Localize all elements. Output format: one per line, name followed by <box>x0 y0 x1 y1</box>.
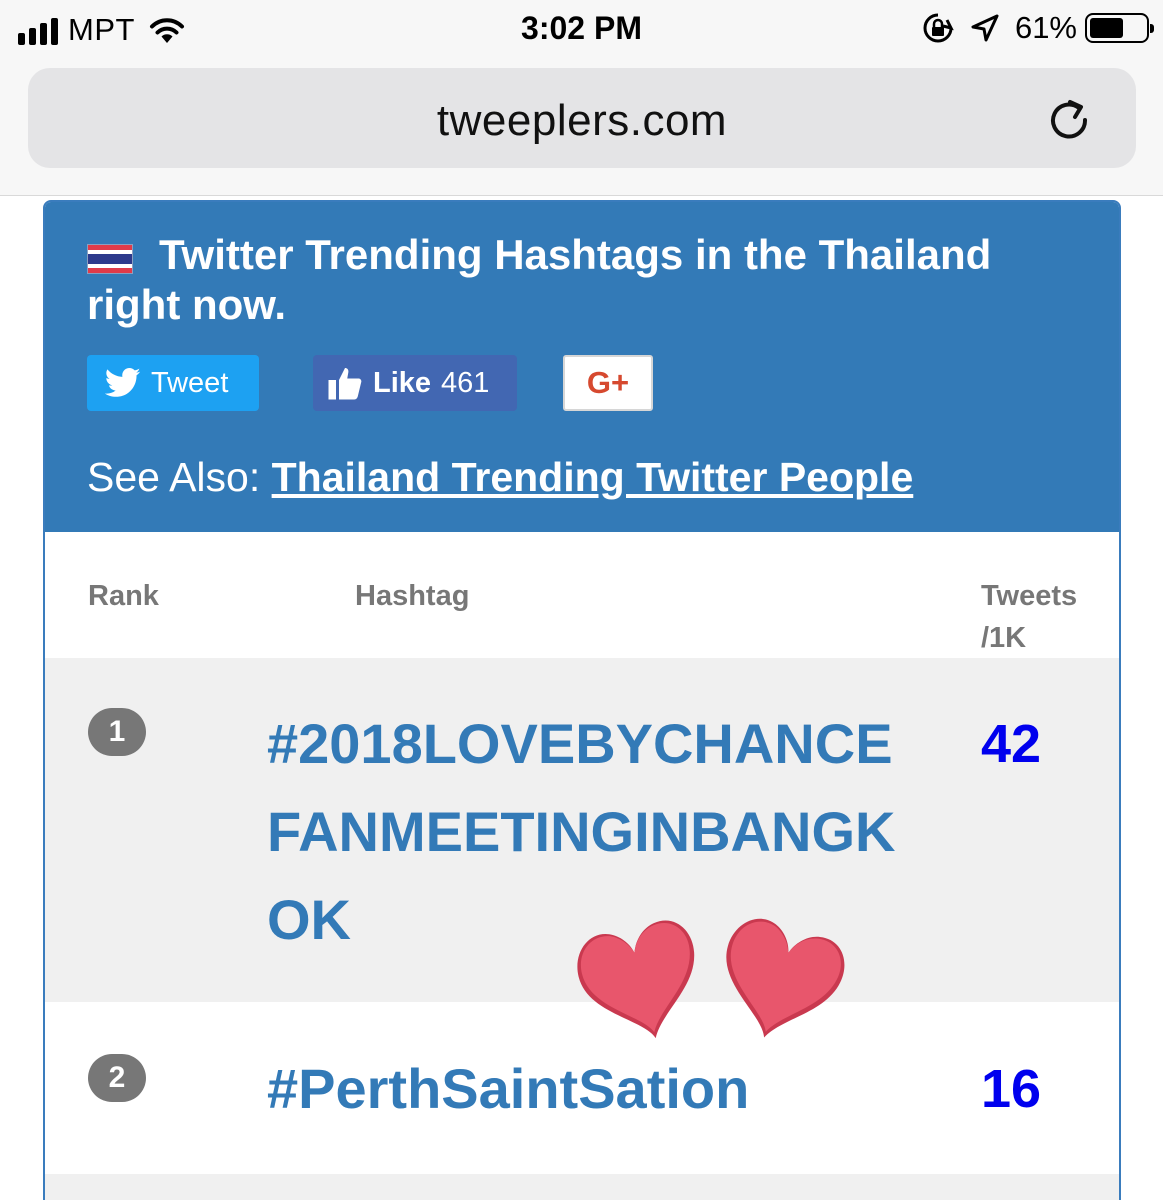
orientation-lock-icon <box>923 13 954 43</box>
see-also-link[interactable]: Thailand Trending Twitter People <box>272 454 914 500</box>
google-plus-label: G+ <box>586 365 630 400</box>
twitter-bird-icon <box>105 368 141 397</box>
tweet-count: 42 <box>981 714 1042 774</box>
battery-percent: 61% <box>1014 10 1077 45</box>
table-row <box>45 1174 1119 1200</box>
address-bar[interactable]: tweeplers.com <box>28 68 1136 168</box>
see-also: See Also: Thailand Trending Twitter Peop… <box>87 452 913 502</box>
see-also-label: See Also: <box>87 454 272 500</box>
column-header-hashtag: Hashtag <box>355 580 470 612</box>
browser-chrome: tweeplers.com <box>0 60 1163 196</box>
tweet-count: 16 <box>981 1059 1042 1119</box>
column-header-tweets: Tweets /1K <box>981 580 1078 654</box>
rank-badge: 1 <box>88 708 146 756</box>
like-button[interactable]: Like 461 <box>313 355 517 411</box>
battery-level <box>1090 18 1123 38</box>
trending-card: Twitter Trending Hashtags in the Thailan… <box>43 200 1121 1200</box>
tweet-button-label: Tweet <box>151 366 229 399</box>
tweet-button[interactable]: Tweet <box>87 355 259 411</box>
table-row: 1 #2018LOVEBYCHANCEFANMEETINGINBANGKOK 4… <box>45 658 1119 1002</box>
column-header-rank: Rank <box>88 580 159 612</box>
status-right: 61% <box>921 10 1154 46</box>
like-count: 461 <box>441 366 490 399</box>
hashtag-link[interactable]: #PerthSaintSation <box>267 1045 907 1133</box>
rank-badge: 2 <box>88 1054 146 1102</box>
reload-icon[interactable] <box>1046 96 1092 142</box>
google-plus-button[interactable]: G+ <box>563 355 653 411</box>
table-row: 2 #PerthSaintSation 16 <box>45 1002 1119 1174</box>
location-arrow-icon <box>971 14 999 42</box>
url-text[interactable]: tweeplers.com <box>28 96 1136 146</box>
like-button-label: Like <box>373 366 432 399</box>
battery-icon <box>1085 13 1154 43</box>
page-title: Twitter Trending Hashtags in the Thailan… <box>87 231 992 328</box>
thumbs-up-icon <box>328 368 362 400</box>
hashtag-link[interactable]: #2018LOVEBYCHANCEFANMEETINGINBANGKOK <box>267 700 907 964</box>
status-bar: MPT 3:02 PM 61% <box>0 0 1163 60</box>
card-header: Twitter Trending Hashtags in the Thailan… <box>45 202 1119 532</box>
